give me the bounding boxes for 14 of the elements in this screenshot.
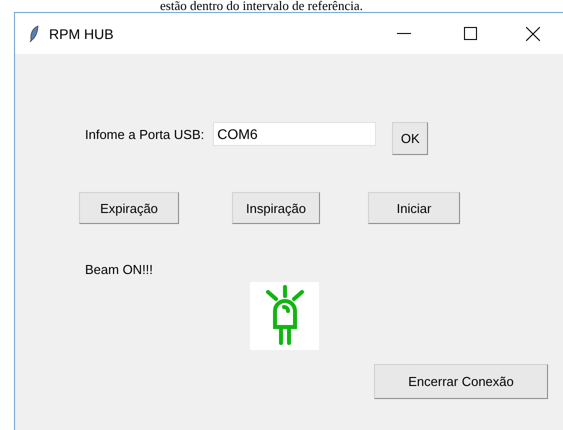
window-title: RPM HUB [49,26,115,42]
maximize-icon[interactable] [464,27,476,40]
action-button[interactable]: Expiração [79,192,179,224]
feather-icon [29,24,39,42]
minimize-icon[interactable] [397,32,411,34]
caption-text: estão dentro do intervalo de referência. [159,0,364,12]
close-icon[interactable] [526,26,540,40]
action-button[interactable]: Inspiração [232,192,320,224]
port-field[interactable]: COM6 [213,122,376,146]
ok-button[interactable]: OK [392,122,428,155]
port-label: Infome a Porta USB: [85,127,204,142]
status-text: Beam ON!!! [85,262,153,277]
disconnect-button[interactable]: Encerrar Conexão [374,364,548,399]
action-button[interactable]: Iniciar [368,192,460,224]
